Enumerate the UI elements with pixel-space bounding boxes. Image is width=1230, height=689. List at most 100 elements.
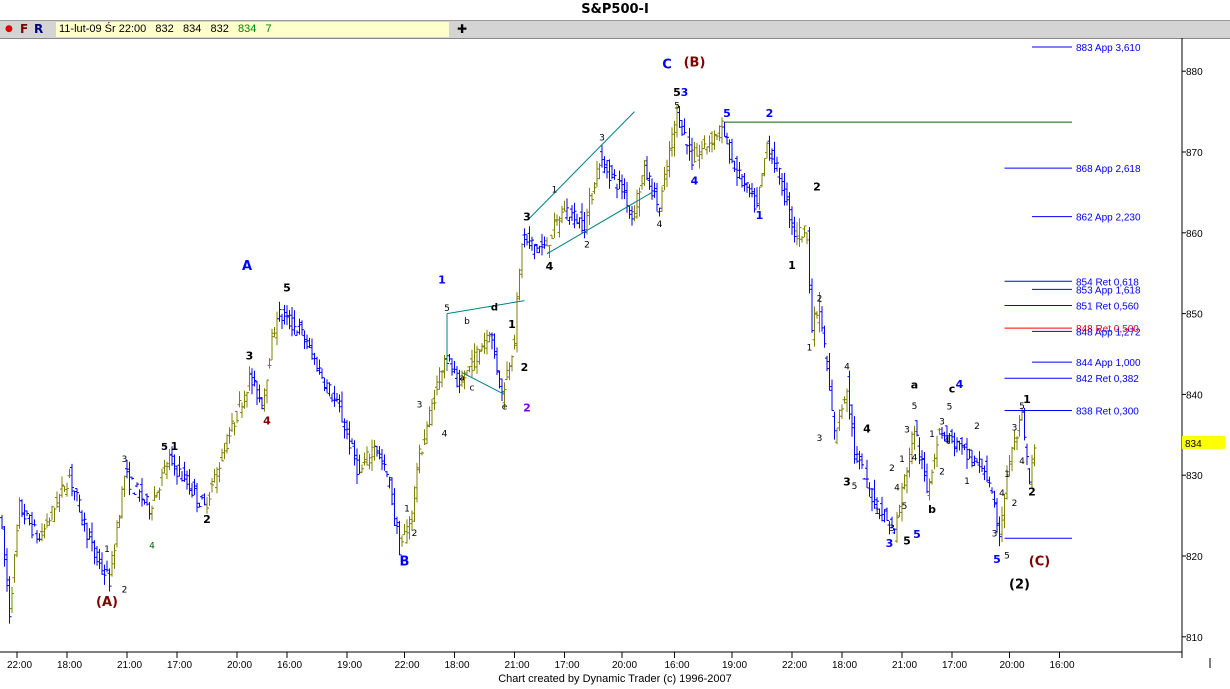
- wave-label: 4: [999, 489, 1005, 499]
- bar-info-field: 11-lut-09 Śr 22:00 832 834 832 834 7: [56, 22, 449, 37]
- wave-label: 4: [844, 362, 850, 372]
- wave-label: 3: [417, 400, 423, 410]
- x-tick-label: 18:00: [57, 660, 82, 671]
- wave-label: 3: [904, 425, 910, 435]
- wave-label: 4: [894, 484, 900, 494]
- wave-label: 1: [552, 185, 558, 195]
- wave-label: 2: [523, 401, 531, 414]
- wave-label: a: [459, 374, 465, 384]
- wave-label: (B): [684, 55, 706, 70]
- x-tick-label: 22:00: [395, 660, 420, 671]
- wave-label: 5: [161, 442, 168, 453]
- wave-label: 1: [104, 545, 110, 555]
- wave-label: 4: [1019, 457, 1025, 467]
- wave-label: 4: [546, 260, 554, 273]
- trend-line: [446, 300, 525, 315]
- bar-high: 834: [182, 23, 202, 35]
- chart-title: S&P500-I: [0, 0, 1230, 21]
- fib-level-label: 842 Ret 0,382: [1076, 374, 1139, 385]
- wave-label: 5: [947, 403, 953, 413]
- footer-credit: Chart created by Dynamic Trader (c) 1996…: [498, 673, 732, 685]
- x-tick-label: 21:00: [892, 660, 917, 671]
- fib-level-label: 862 App 2,230: [1076, 213, 1141, 224]
- wave-label: 1: [171, 440, 179, 453]
- fib-level-label: 844 App 1,000: [1076, 358, 1141, 369]
- wave-label: 5: [993, 553, 1001, 566]
- x-tick-label: 16:00: [277, 660, 302, 671]
- wave-label: 5: [913, 528, 921, 541]
- wave-label: b: [464, 317, 470, 327]
- toolbar: ● F R 11-lut-09 Śr 22:00 832 834 832 834…: [0, 21, 1230, 39]
- wave-label: (2): [1009, 577, 1030, 592]
- wave-label: 2: [122, 585, 128, 595]
- trend-line: [546, 191, 653, 255]
- wave-label: 1: [404, 505, 410, 515]
- x-tick-label: 22:00: [782, 660, 807, 671]
- bar-date: 11-lut-09 Śr 22:00: [59, 23, 147, 35]
- x-tick-label: 17:00: [555, 660, 580, 671]
- bar-open: 832: [155, 23, 174, 35]
- wave-label: 1: [788, 259, 796, 272]
- wave-label: 3: [939, 417, 945, 427]
- wave-label: 5: [674, 101, 680, 111]
- wave-label: 4: [263, 414, 271, 427]
- x-tick-label: 21:00: [117, 660, 142, 671]
- y-tick-label: 840: [1186, 390, 1203, 401]
- wave-label: 3: [992, 530, 998, 540]
- wave-label: 5: [444, 304, 450, 314]
- wave-label: 2: [939, 467, 945, 477]
- price-chart[interactable]: 810 820 830 840 850 860 870 880 22:00 18:00 21:00 1…: [0, 38, 1230, 673]
- bar-volume: 7: [265, 23, 272, 35]
- x-tick-label: 19:00: [722, 660, 747, 671]
- wave-label: 3: [843, 476, 851, 489]
- wave-label: 1: [807, 344, 813, 354]
- wave-label: 2: [203, 513, 211, 526]
- wave-label: 1: [1004, 470, 1010, 480]
- wave-label: 4: [442, 429, 448, 439]
- wave-label: 5: [283, 282, 291, 295]
- wave-label: 1: [1023, 393, 1031, 406]
- wave-label: 4: [691, 174, 699, 187]
- fib-level-label: 851 Ret 0,560: [1076, 302, 1139, 313]
- x-tick-label: 18:00: [832, 660, 857, 671]
- wave-label: a: [911, 379, 918, 392]
- x-tick-label: 20:00: [612, 660, 637, 671]
- wave-label: e: [502, 403, 508, 413]
- wave-label: 1: [964, 477, 970, 487]
- wave-label: 2: [889, 464, 895, 474]
- wave-label: 2: [813, 181, 821, 194]
- wave-label: 5: [673, 86, 681, 99]
- crosshair-plus-icon[interactable]: ✚: [457, 22, 467, 36]
- wave-label: 5: [852, 482, 858, 492]
- wave-label: 2: [412, 529, 418, 539]
- wave-label: d: [491, 302, 498, 313]
- fib-level-label: 848 App 1,272: [1076, 327, 1141, 338]
- wave-label: 1: [756, 209, 764, 222]
- wave-label: 2: [974, 422, 980, 432]
- wave-label: 2: [817, 294, 823, 304]
- wave-label: 3: [817, 434, 823, 444]
- record-dot-icon[interactable]: ●: [5, 24, 13, 34]
- wave-label: 4: [863, 422, 871, 435]
- wave-label: 4: [149, 542, 155, 552]
- wave-label: 5: [902, 502, 908, 512]
- r-button[interactable]: R: [34, 22, 43, 36]
- wave-label: 3: [122, 455, 128, 465]
- wave-label: 2: [584, 240, 590, 250]
- x-tick-label: 17:00: [167, 660, 192, 671]
- f-button[interactable]: F: [20, 22, 28, 36]
- wave-label: b: [928, 503, 936, 516]
- wave-label: 2: [521, 361, 529, 374]
- wave-label: 1: [438, 274, 446, 287]
- trend-line: [461, 372, 505, 395]
- wave-label: 1: [929, 430, 935, 440]
- x-tick-label: 17:00: [942, 660, 967, 671]
- y-tick-label: 880: [1186, 67, 1203, 78]
- y-tick-label: 820: [1186, 552, 1203, 563]
- wave-label: 3: [889, 524, 895, 534]
- x-tick-label: 18:00: [445, 660, 470, 671]
- fib-level-label: 853 App 1,618: [1076, 285, 1141, 296]
- y-tick-label: 810: [1186, 633, 1203, 644]
- wave-label: C: [662, 58, 672, 73]
- wave-label: 1: [508, 318, 516, 331]
